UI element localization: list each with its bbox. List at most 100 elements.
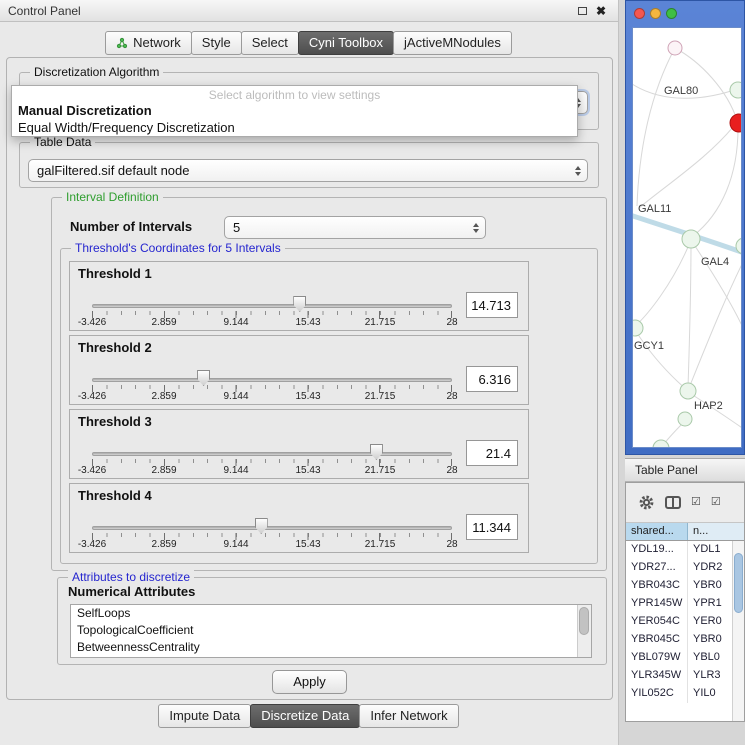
deselect-all-icon[interactable]: ☑ bbox=[711, 497, 721, 508]
tab-discretize-data[interactable]: Discretize Data bbox=[250, 704, 360, 728]
network-node[interactable] bbox=[680, 383, 696, 399]
network-node[interactable] bbox=[730, 114, 742, 132]
tab-network[interactable]: Network bbox=[105, 31, 192, 55]
table-row[interactable]: YER054CYER0 bbox=[626, 613, 732, 631]
scrollbar-thumb[interactable] bbox=[734, 553, 743, 613]
threshold-value-field[interactable]: 11.344 bbox=[466, 514, 518, 540]
scrollbar-thumb[interactable] bbox=[579, 607, 589, 635]
cell-name[interactable]: YIL0 bbox=[688, 685, 732, 703]
number-of-intervals-value: 5 bbox=[233, 220, 240, 235]
scale-label: -3.426 bbox=[78, 539, 106, 550]
tab-impute-data[interactable]: Impute Data bbox=[158, 704, 251, 728]
slider-track[interactable] bbox=[92, 304, 452, 308]
slider-track[interactable] bbox=[92, 526, 452, 530]
discretization-algorithm-group-title: Discretization Algorithm bbox=[30, 65, 163, 79]
table-row[interactable]: YDR27...YDR2 bbox=[626, 559, 732, 577]
cell-shared-name[interactable]: YPR145W bbox=[626, 595, 688, 613]
apply-button[interactable]: Apply bbox=[272, 670, 347, 694]
algorithm-option-equal-width-frequency[interactable]: Equal Width/Frequency Discretization bbox=[12, 119, 577, 136]
attributes-list-scrollbar[interactable] bbox=[577, 605, 591, 657]
threshold-slider[interactable]: -3.4262.8599.14415.4321.71528 bbox=[92, 446, 452, 478]
column-header-shared-name[interactable]: shared... bbox=[626, 523, 688, 540]
scale-label: 28 bbox=[446, 539, 457, 550]
select-all-icon[interactable]: ☑ bbox=[691, 497, 701, 508]
network-icon bbox=[116, 37, 128, 49]
cell-shared-name[interactable]: YLR345W bbox=[626, 667, 688, 685]
table-row[interactable]: YBL079WYBL0 bbox=[626, 649, 732, 667]
threshold-value-field[interactable]: 21.4 bbox=[466, 440, 518, 466]
table-data-group: Table Data galFiltered.sif default node bbox=[19, 142, 599, 188]
network-canvas[interactable]: GAL80GAL11GAL4GCY1HAP2 bbox=[632, 27, 742, 448]
table-row[interactable]: YDL19...YDL1 bbox=[626, 541, 732, 559]
network-node[interactable] bbox=[730, 82, 742, 98]
network-node[interactable] bbox=[668, 41, 682, 55]
numerical-attributes-list[interactable]: SelfLoopsTopologicalCoefficientBetweenne… bbox=[70, 604, 592, 658]
cell-shared-name[interactable]: YDL19... bbox=[626, 541, 688, 559]
table-row[interactable]: YBR045CYBR0 bbox=[626, 631, 732, 649]
tab-label: Discretize Data bbox=[261, 708, 349, 723]
table-row[interactable]: YLR345WYLR3 bbox=[626, 667, 732, 685]
minimize-traffic-icon[interactable] bbox=[650, 8, 661, 19]
attribute-list-item[interactable]: TopologicalCoefficient bbox=[71, 622, 591, 639]
zoom-traffic-icon[interactable] bbox=[666, 8, 677, 19]
cell-name[interactable]: YBR0 bbox=[688, 577, 732, 595]
attribute-list-item[interactable]: BetweennessCentrality bbox=[71, 639, 591, 656]
threshold-slider[interactable]: -3.4262.8599.14415.4321.71528 bbox=[92, 520, 452, 552]
threshold-panel: Threshold 3 21.4 -3.4262.8599.14415.4321… bbox=[69, 409, 529, 479]
slider-track[interactable] bbox=[92, 452, 452, 456]
network-node[interactable] bbox=[682, 230, 700, 248]
threshold-value-field[interactable]: 6.316 bbox=[466, 366, 518, 392]
tab-style[interactable]: Style bbox=[191, 31, 242, 55]
cell-shared-name[interactable]: YER054C bbox=[626, 613, 688, 631]
attribute-list-item[interactable]: SelfLoops bbox=[71, 605, 591, 622]
slider-thumb[interactable] bbox=[255, 518, 268, 534]
column-header-name[interactable]: n... bbox=[688, 523, 744, 540]
table-data-combo[interactable]: galFiltered.sif default node bbox=[28, 159, 588, 182]
cell-name[interactable]: YDL1 bbox=[688, 541, 732, 559]
network-node[interactable] bbox=[633, 320, 643, 336]
table-row[interactable]: YIL052CYIL0 bbox=[626, 685, 732, 703]
slider-thumb[interactable] bbox=[293, 296, 306, 312]
cell-shared-name[interactable]: YIL052C bbox=[626, 685, 688, 703]
table-scrollbar[interactable] bbox=[732, 541, 744, 721]
cell-shared-name[interactable]: YBR043C bbox=[626, 577, 688, 595]
cell-shared-name[interactable]: YBL079W bbox=[626, 649, 688, 667]
cell-name[interactable]: YLR3 bbox=[688, 667, 732, 685]
close-traffic-icon[interactable] bbox=[634, 8, 645, 19]
cell-name[interactable]: YBR0 bbox=[688, 631, 732, 649]
tab-jactivemnodules[interactable]: jActiveMNodules bbox=[393, 31, 512, 55]
scale-label: -3.426 bbox=[78, 317, 106, 328]
threshold-slider[interactable]: -3.4262.8599.14415.4321.71528 bbox=[92, 298, 452, 330]
slider-thumb[interactable] bbox=[370, 444, 383, 460]
network-edge bbox=[675, 48, 737, 120]
slider-scale: -3.4262.8599.14415.4321.71528 bbox=[92, 539, 452, 551]
float-window-icon[interactable] bbox=[578, 7, 587, 15]
tab-infer-network[interactable]: Infer Network bbox=[359, 704, 458, 728]
cell-shared-name[interactable]: YBR045C bbox=[626, 631, 688, 649]
slider-track[interactable] bbox=[92, 378, 452, 382]
table-row[interactable]: YPR145WYPR1 bbox=[626, 595, 732, 613]
cell-name[interactable]: YDR2 bbox=[688, 559, 732, 577]
tab-label: Select bbox=[252, 35, 288, 50]
network-node[interactable] bbox=[678, 412, 692, 426]
algorithm-option-manual-discretization[interactable]: Manual Discretization bbox=[12, 102, 577, 119]
number-of-intervals-label: Number of Intervals bbox=[70, 219, 192, 234]
tab-cyni-toolbox[interactable]: Cyni Toolbox bbox=[298, 31, 394, 55]
close-icon[interactable]: ✖ bbox=[596, 5, 606, 17]
table-row[interactable]: YBR043CYBR0 bbox=[626, 577, 732, 595]
slider-scale: -3.4262.8599.14415.4321.71528 bbox=[92, 317, 452, 329]
threshold-slider[interactable]: -3.4262.8599.14415.4321.71528 bbox=[92, 372, 452, 404]
application-window: Control Panel ✖ NetworkStyleSelectCyni T… bbox=[0, 0, 745, 745]
cell-name[interactable]: YBL0 bbox=[688, 649, 732, 667]
threshold-value-field[interactable]: 14.713 bbox=[466, 292, 518, 318]
cell-name[interactable]: YER0 bbox=[688, 613, 732, 631]
number-of-intervals-combo[interactable]: 5 bbox=[224, 216, 486, 239]
tab-select[interactable]: Select bbox=[241, 31, 299, 55]
columns-icon[interactable] bbox=[665, 496, 681, 509]
cell-name[interactable]: YPR1 bbox=[688, 595, 732, 613]
threshold-label: Threshold 1 bbox=[78, 266, 152, 281]
scale-label: 21.715 bbox=[365, 391, 396, 402]
cell-shared-name[interactable]: YDR27... bbox=[626, 559, 688, 577]
gear-icon[interactable] bbox=[638, 494, 655, 511]
slider-thumb[interactable] bbox=[197, 370, 210, 386]
